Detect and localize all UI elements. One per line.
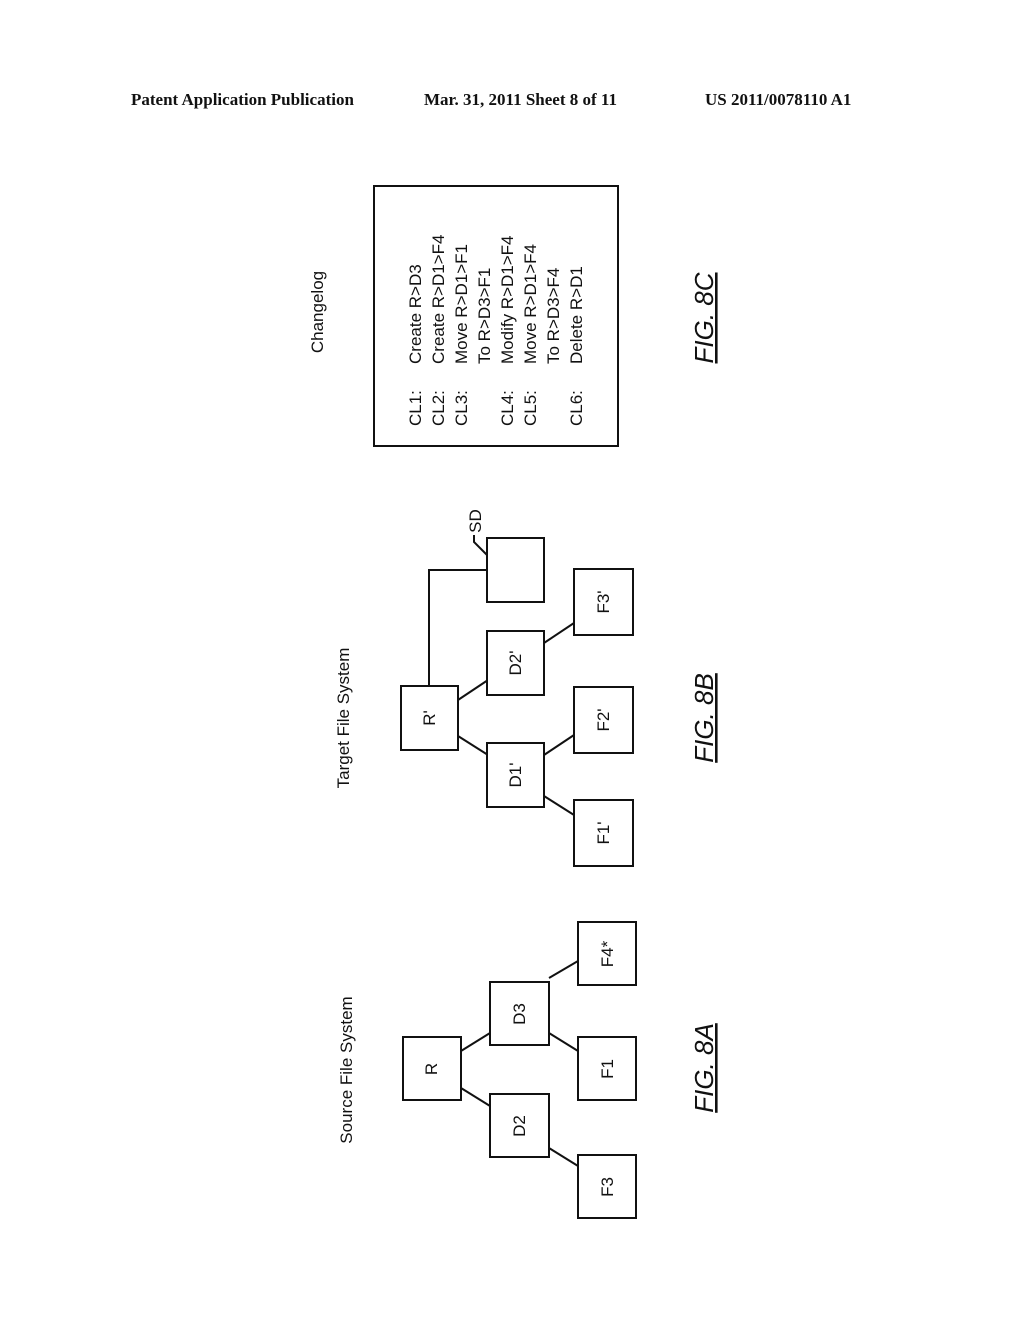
fig-8b: Target File System R' D1' D2' F1' F2' F3… [334,509,719,867]
node-label: F2' [594,708,613,731]
node-label: R' [420,710,439,726]
changelog-id-cl1: CL1: [406,390,425,426]
node-label: F3 [598,1177,617,1197]
fig-8a: Source File System R D3 D2 F4* F1 F3 FIG… [337,921,719,1219]
changelog-action: Modify R>D1>F4 [498,236,517,365]
edge-d3-f1 [548,1032,579,1052]
node-label: D2 [510,1115,529,1137]
changelog-id-cl4: CL4: [498,390,517,426]
node-label: F3' [594,590,613,613]
edge-d2-f3 [543,622,575,644]
changelog-action: Move R>D1>F4 [521,244,540,364]
node-label: D1' [506,763,525,788]
node-label: F4* [598,940,617,967]
changelog-id-cl5: CL5: [521,390,540,426]
node-sd [486,537,545,603]
target-fs-title: Target File System [334,648,353,789]
changelog-id-cl3: CL3: [452,390,471,426]
edge-d2-f3 [548,1147,579,1167]
edge-r-d3 [460,1032,491,1052]
edge-d1-f2 [543,734,575,756]
changelog-action: To R>D3>F4 [544,268,563,364]
node-label: F1' [594,821,613,844]
fig-8c: Changelog CL1: CL2: CL3: CL4: CL5: CL6: … [308,185,719,447]
changelog-title: Changelog [308,271,327,353]
fig-8c-caption: FIG. 8C [689,272,719,363]
patent-figure-sheet: Changelog CL1: CL2: CL3: CL4: CL5: CL6: … [308,185,719,1219]
changelog-action: Delete R>D1 [567,266,586,364]
node-label: D3 [510,1003,529,1025]
edge-r-d2 [457,679,489,701]
node-label: D2' [506,651,525,676]
node-label: F1 [598,1059,617,1079]
edge-d1-f1 [543,795,575,816]
sd-leader-line [473,535,488,556]
changelog-id-cl6: CL6: [567,390,586,426]
changelog-action: To R>D3>F1 [475,268,494,364]
changelog-action: Move R>D1>F1 [452,244,471,364]
sd-label: SD [466,509,485,533]
fig-8a-caption: FIG. 8A [689,1023,719,1113]
changelog-id-cl2: CL2: [429,390,448,426]
source-fs-title: Source File System [337,996,356,1143]
edge-r-sd [428,569,487,686]
fig-8b-caption: FIG. 8B [689,673,719,763]
edge-d3-f4 [548,960,579,979]
changelog-action: Create R>D3 [406,264,425,364]
changelog-action: Create R>D1>F4 [429,235,448,364]
edge-r-d2 [460,1087,491,1107]
edge-r-d1 [457,735,489,756]
node-label: R [422,1063,441,1075]
